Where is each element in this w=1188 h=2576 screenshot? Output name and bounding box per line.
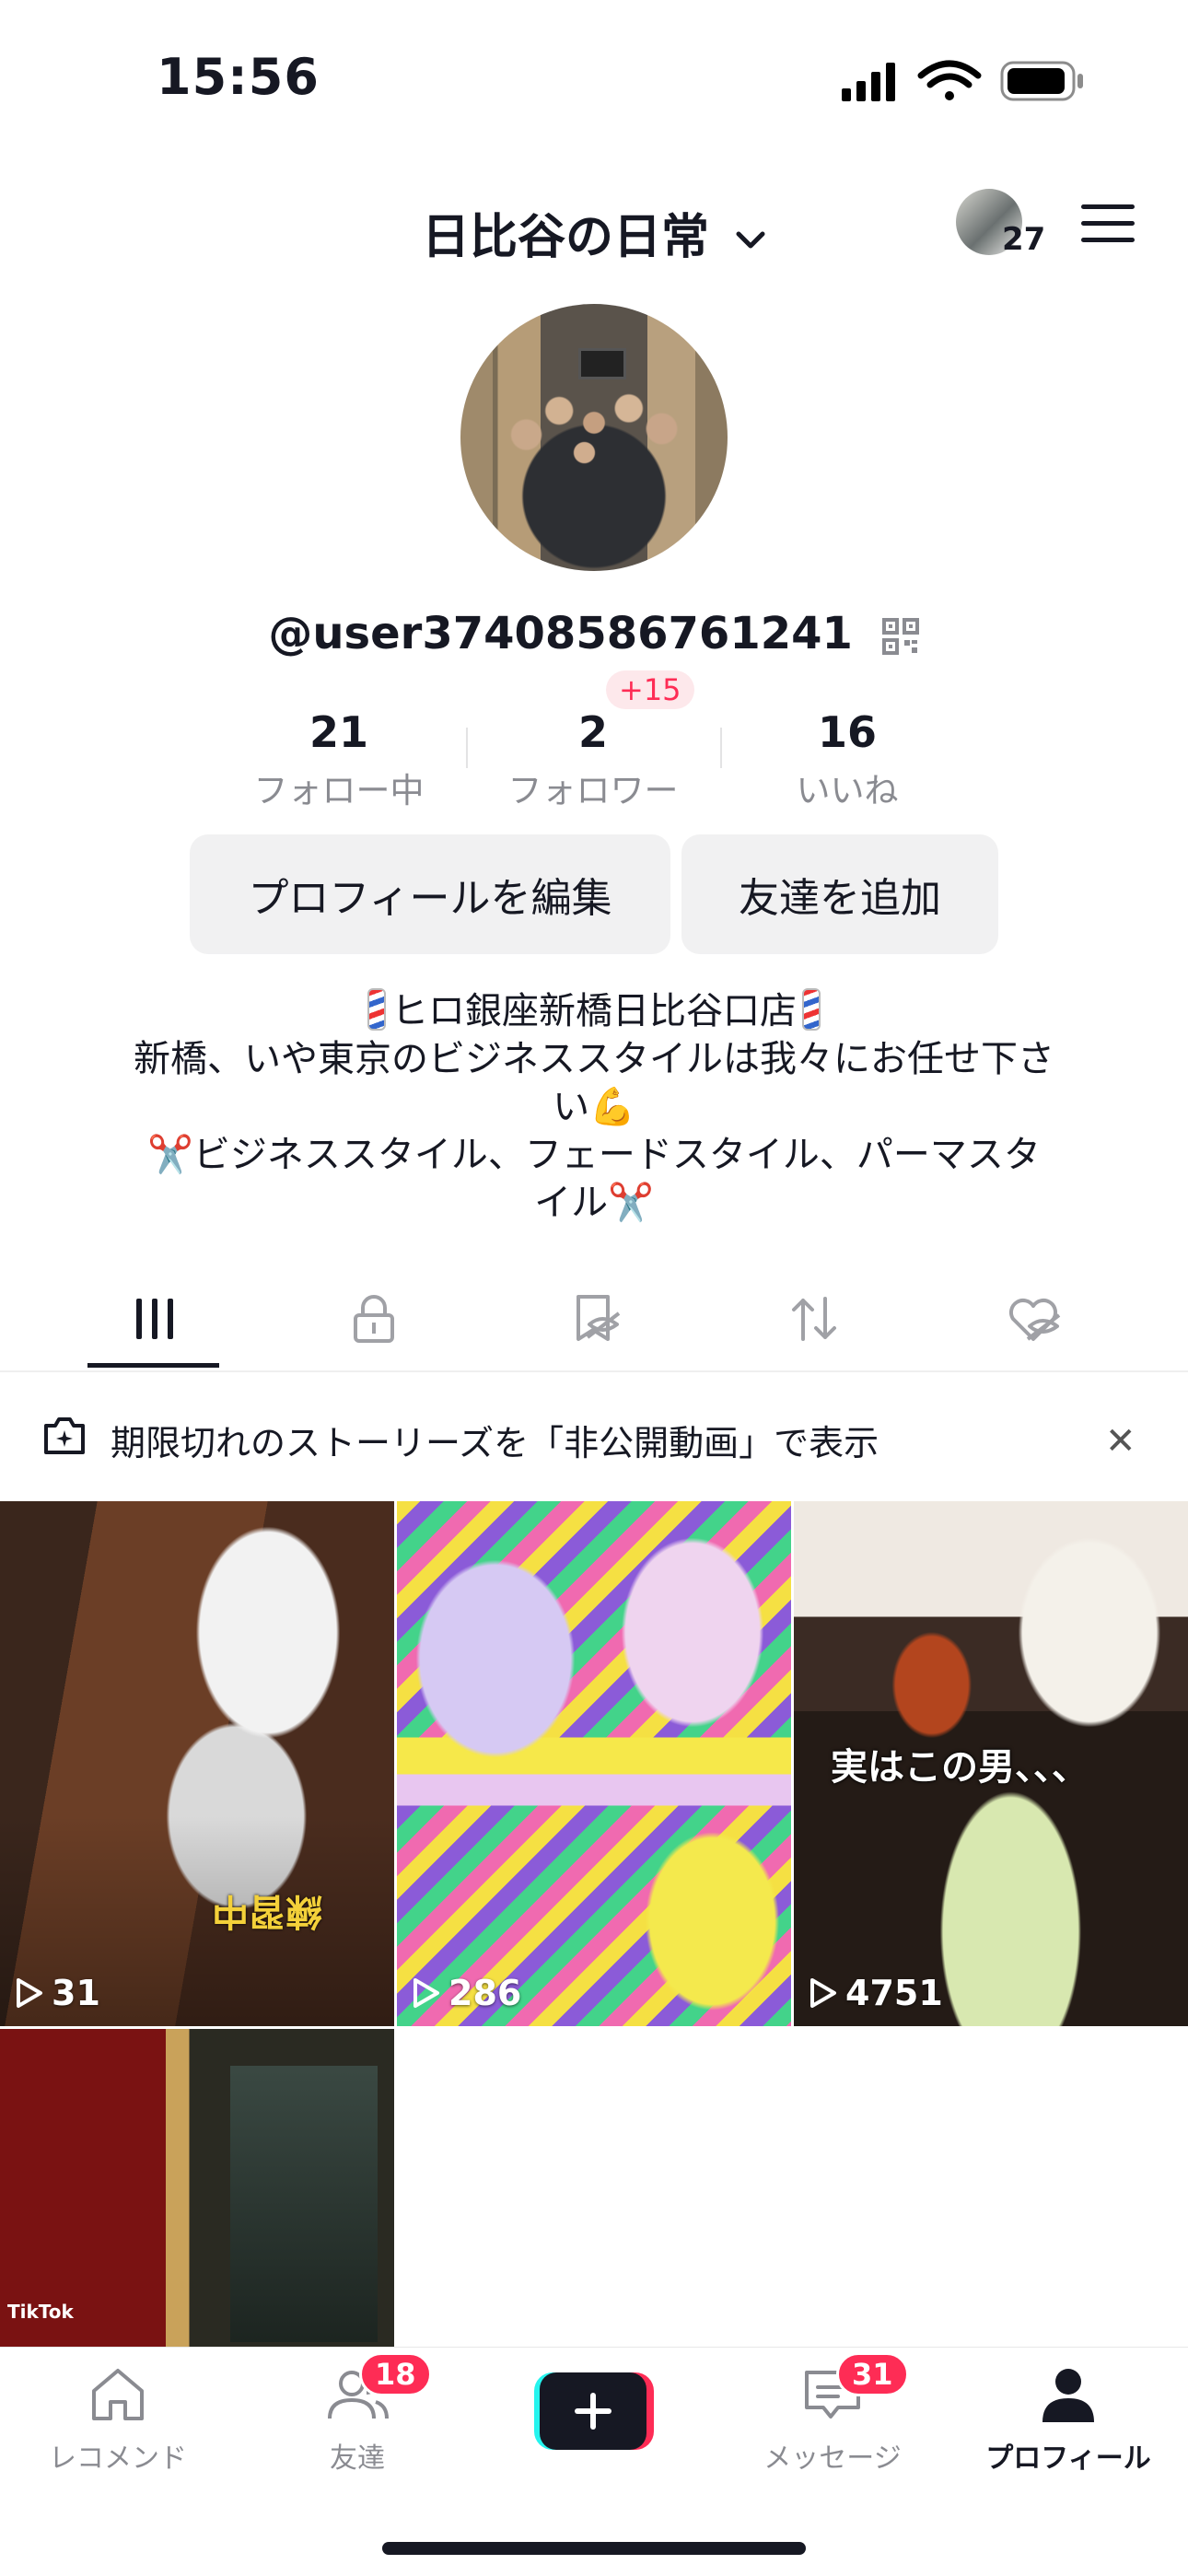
qr-code-icon[interactable] bbox=[881, 617, 920, 656]
nav-home[interactable]: レコメンド bbox=[26, 2363, 210, 2476]
play-icon bbox=[17, 1978, 42, 2008]
bio-shop-name: ヒロ銀座新橋日比谷口店 bbox=[391, 990, 797, 1032]
add-friend-button[interactable]: 友達を追加 bbox=[681, 834, 998, 954]
video-artwork bbox=[230, 2066, 378, 2342]
view-count-value: 286 bbox=[448, 1973, 522, 2013]
messages-badge: 31 bbox=[836, 2352, 909, 2396]
chevron-down-icon bbox=[736, 231, 765, 249]
bookmark-hidden-icon[interactable] bbox=[565, 1289, 624, 1348]
following-count: 21 bbox=[309, 707, 368, 757]
video-overlay-text: 練習中 bbox=[212, 1890, 322, 1932]
followers-count: 2 bbox=[577, 707, 608, 757]
play-icon bbox=[810, 1978, 836, 2008]
bio-line-5: イル✂️ bbox=[534, 1182, 654, 1224]
nav-messages-label: メッセージ bbox=[763, 2442, 902, 2475]
likes-label: いいね bbox=[796, 771, 899, 810]
edit-profile-button[interactable]: プロフィールを編集 bbox=[190, 834, 670, 954]
avatar-photo-group bbox=[497, 387, 691, 507]
nav-profile-label: プロフィール bbox=[985, 2442, 1151, 2475]
view-count: 286 bbox=[410, 1973, 521, 2013]
friends-badge: 18 bbox=[359, 2352, 432, 2396]
username-row: @user37408586761241 bbox=[0, 608, 1188, 659]
status-icons bbox=[842, 60, 1083, 101]
view-count: 31 bbox=[13, 1973, 100, 2013]
home-indicator bbox=[382, 2542, 806, 2555]
status-time: 15:56 bbox=[157, 48, 320, 106]
view-count-value: 4751 bbox=[845, 1973, 943, 2013]
grid-icon[interactable] bbox=[125, 1289, 184, 1348]
stories-notice-text: 期限切れのストーリーズを「非公開動画」で表示 bbox=[111, 1423, 879, 1463]
stat-followers[interactable]: 2 フォロワー bbox=[466, 707, 720, 812]
nav-home-label: レコメンド bbox=[49, 2442, 187, 2475]
followers-label: フォロワー bbox=[507, 771, 679, 810]
mini-avatar-count: 27 bbox=[1002, 221, 1046, 258]
tiktok-watermark: TikTok bbox=[7, 2301, 74, 2323]
lock-icon[interactable] bbox=[344, 1289, 403, 1348]
video-caption: 実はこの男、、、 bbox=[831, 1746, 1089, 1789]
liked-hidden-icon[interactable] bbox=[1004, 1289, 1063, 1348]
profile-avatar[interactable] bbox=[460, 304, 728, 571]
close-icon[interactable]: ✕ bbox=[1105, 1420, 1136, 1463]
video-artwork bbox=[397, 1501, 791, 2026]
profile-icon bbox=[1042, 2369, 1094, 2422]
account-name: 日比谷の日常 bbox=[421, 210, 709, 265]
repost-icon[interactable] bbox=[785, 1289, 844, 1348]
stat-likes[interactable]: 16 いいね bbox=[720, 707, 974, 812]
view-count-value: 31 bbox=[52, 1973, 100, 2013]
barber-pole-icon bbox=[802, 988, 821, 1031]
new-followers-badge: +15 bbox=[606, 670, 694, 709]
avatar-photo-detail bbox=[578, 348, 626, 379]
stat-following[interactable]: 21 フォロー中 bbox=[212, 707, 466, 812]
video-thumbnail[interactable]: 実はこの男、、、 4751 bbox=[794, 1501, 1188, 2026]
following-label: フォロー中 bbox=[253, 771, 425, 810]
bio-line-2: 新橋、いや東京のビジネススタイルは我々にお任せ下さ bbox=[134, 1038, 1054, 1080]
video-thumbnail[interactable]: 286 bbox=[397, 1501, 791, 2026]
active-tab-indicator bbox=[87, 1363, 219, 1368]
nav-friends-label: 友達 bbox=[330, 2442, 385, 2475]
tab-divider bbox=[0, 1370, 1188, 1372]
signal-icon bbox=[842, 63, 895, 101]
bio-line-3: い💪 bbox=[553, 1086, 635, 1128]
video-thumbnail[interactable]: TikTok bbox=[0, 2029, 394, 2347]
create-button[interactable] bbox=[534, 2372, 654, 2450]
play-icon bbox=[413, 1978, 439, 2008]
battery-icon bbox=[1000, 61, 1083, 101]
wifi-icon bbox=[917, 60, 982, 100]
barber-pole-icon bbox=[367, 988, 386, 1031]
view-count: 4751 bbox=[807, 1973, 943, 2013]
bio-line-1: ヒロ銀座新橋日比谷口店 bbox=[92, 987, 1096, 1035]
camera-sparkle-icon bbox=[44, 1417, 85, 1454]
plus-icon bbox=[575, 2393, 611, 2430]
bio: ヒロ銀座新橋日比谷口店 新橋、いや東京のビジネススタイルは我々にお任せ下さ い💪… bbox=[92, 987, 1096, 1227]
video-thumbnail[interactable]: 練習中 31 bbox=[0, 1501, 394, 2026]
nav-profile[interactable]: プロフィール bbox=[976, 2363, 1160, 2476]
menu-icon[interactable] bbox=[1079, 201, 1136, 247]
likes-count: 16 bbox=[817, 707, 877, 757]
home-icon bbox=[92, 2369, 144, 2420]
username: @user37408586761241 bbox=[268, 608, 853, 659]
bio-line-4: ✂️ビジネススタイル、フェードスタイル、パーマスタ bbox=[147, 1134, 1041, 1176]
